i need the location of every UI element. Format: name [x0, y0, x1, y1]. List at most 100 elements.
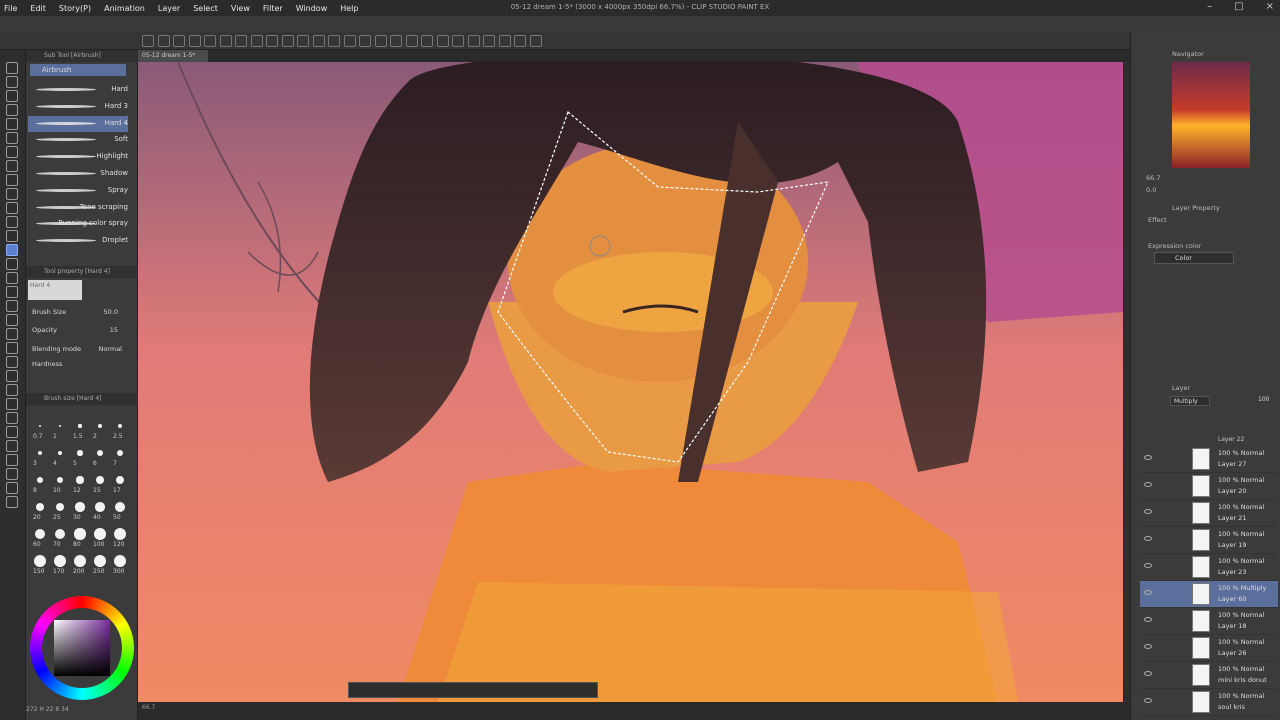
tool-icon[interactable] — [6, 356, 18, 368]
tool-icon[interactable] — [6, 160, 18, 172]
brush-item[interactable]: Running color spray — [28, 216, 128, 232]
tool-icon[interactable] — [6, 328, 18, 340]
command-icon[interactable] — [359, 35, 371, 47]
brush-size-preset[interactable] — [114, 501, 126, 513]
command-icon[interactable] — [405, 35, 418, 47]
tool-icon[interactable] — [6, 286, 18, 298]
command-icon[interactable] — [514, 35, 526, 47]
command-icon[interactable] — [328, 35, 340, 47]
tool-icon[interactable] — [6, 132, 18, 144]
tool-icon[interactable] — [6, 104, 18, 116]
tool-icon[interactable] — [6, 230, 18, 242]
command-icon[interactable] — [297, 35, 309, 47]
expression-color-select[interactable]: Color — [1154, 252, 1234, 264]
sub-tool-group-airbrush[interactable]: Airbrush — [30, 64, 126, 76]
tool-icon[interactable] — [6, 468, 18, 480]
brush-size-preset[interactable] — [94, 528, 106, 540]
command-icon[interactable] — [421, 35, 433, 47]
eye-icon[interactable] — [1144, 563, 1152, 568]
layer-row[interactable]: 100 % Normal soul kris — [1140, 689, 1278, 716]
brush-size-preset[interactable] — [54, 528, 66, 540]
menu-help[interactable]: Help — [340, 4, 358, 13]
brush-size-preset[interactable] — [38, 451, 42, 455]
brush-size-preset[interactable] — [58, 424, 62, 428]
layer-row[interactable]: 100 % Normal Layer 27 — [1140, 446, 1278, 473]
tool-icon[interactable] — [6, 244, 18, 256]
brush-size-preset[interactable] — [114, 555, 126, 567]
layer-row[interactable]: 100 % Multiply Layer 60 — [1140, 581, 1278, 608]
brush-item[interactable]: Shadow — [28, 166, 128, 182]
opacity-row[interactable]: Opacity 15 — [32, 326, 132, 338]
command-icon[interactable] — [281, 35, 294, 47]
canvas-area[interactable] — [138, 50, 1130, 702]
eye-icon[interactable] — [1144, 455, 1152, 460]
layer-opacity-value[interactable]: 100 — [1258, 396, 1269, 403]
command-icon[interactable] — [157, 35, 170, 47]
selection-launcher[interactable] — [348, 682, 598, 698]
brush-size-preset[interactable] — [57, 450, 63, 456]
layer-blend-mode-select[interactable]: Multiply — [1170, 396, 1210, 406]
tool-icon[interactable] — [6, 314, 18, 326]
brush-size-preset[interactable] — [37, 477, 43, 483]
eye-icon[interactable] — [1144, 698, 1152, 703]
eye-icon[interactable] — [1144, 536, 1152, 541]
brush-size-preset[interactable] — [75, 502, 85, 512]
brush-size-preset[interactable] — [95, 502, 105, 512]
menu-animation[interactable]: Animation — [104, 4, 145, 13]
command-icon[interactable] — [374, 35, 387, 47]
menu-window[interactable]: Window — [296, 4, 328, 13]
layer-row[interactable]: 100 % Normal Layer 23 — [1140, 554, 1278, 581]
brush-size-preset[interactable] — [115, 475, 125, 485]
brush-item[interactable]: Hard 3 — [28, 99, 128, 115]
layer-partial-top[interactable]: Layer 22 — [1218, 436, 1244, 443]
tool-icon[interactable] — [6, 146, 18, 158]
command-icon[interactable] — [436, 35, 449, 47]
command-icon[interactable] — [250, 35, 263, 47]
brush-size-preset[interactable] — [36, 503, 44, 511]
menu-view[interactable]: View — [231, 4, 250, 13]
menu-layer[interactable]: Layer — [158, 4, 180, 13]
command-icon[interactable] — [498, 35, 511, 47]
brush-size-preset[interactable] — [96, 476, 104, 484]
layer-row[interactable]: 100 % Normal Layer 21 — [1140, 500, 1278, 527]
command-icon[interactable] — [204, 35, 216, 47]
tool-icon[interactable] — [6, 258, 18, 270]
brush-size-preset[interactable] — [76, 476, 84, 484]
illustration[interactable] — [138, 62, 1123, 702]
brush-item[interactable]: Spray — [28, 183, 128, 199]
tool-icon[interactable] — [6, 426, 18, 438]
tool-icon[interactable] — [6, 342, 18, 354]
document-tab[interactable]: 05-12 dream 1-5* — [138, 50, 208, 62]
tool-icon[interactable] — [6, 90, 18, 102]
layer-row[interactable]: 100 % Normal Layer 26 — [1140, 635, 1278, 662]
layer-row[interactable]: 100 % Normal Layer 19 — [1140, 527, 1278, 554]
command-icon[interactable] — [235, 35, 247, 47]
tool-icon[interactable] — [6, 174, 18, 186]
tool-icon[interactable] — [6, 482, 18, 494]
hardness-row[interactable]: Hardness — [32, 360, 132, 372]
eye-icon[interactable] — [1144, 617, 1152, 622]
tool-icon[interactable] — [6, 202, 18, 214]
tool-icon[interactable] — [6, 272, 18, 284]
brush-size-preset[interactable] — [98, 424, 102, 428]
tool-icon[interactable] — [6, 384, 18, 396]
brush-size-preset[interactable] — [55, 502, 65, 512]
eye-icon[interactable] — [1144, 671, 1152, 676]
blending-mode-row[interactable]: Blending mode Normal — [32, 345, 132, 357]
brush-size-preset[interactable] — [54, 555, 66, 567]
brush-size-preset[interactable] — [78, 424, 82, 428]
brush-size-preset[interactable] — [35, 529, 45, 539]
close-icon[interactable]: × — [1266, 1, 1274, 12]
command-icon[interactable] — [266, 35, 278, 47]
brush-size-preset[interactable] — [39, 425, 41, 427]
menu-edit[interactable]: Edit — [30, 4, 46, 13]
layer-row[interactable]: 100 % Normal mini kris donut — [1140, 662, 1278, 689]
tool-icon[interactable] — [6, 300, 18, 312]
eye-icon[interactable] — [1144, 644, 1152, 649]
brush-item[interactable]: Hard 4 — [28, 115, 128, 132]
command-icon[interactable] — [529, 35, 542, 47]
eye-icon[interactable] — [1144, 509, 1152, 514]
layer-row[interactable]: 100 % Normal Layer 20 — [1140, 473, 1278, 500]
brush-item[interactable]: Highlight — [28, 149, 128, 165]
eye-icon[interactable] — [1144, 482, 1152, 487]
